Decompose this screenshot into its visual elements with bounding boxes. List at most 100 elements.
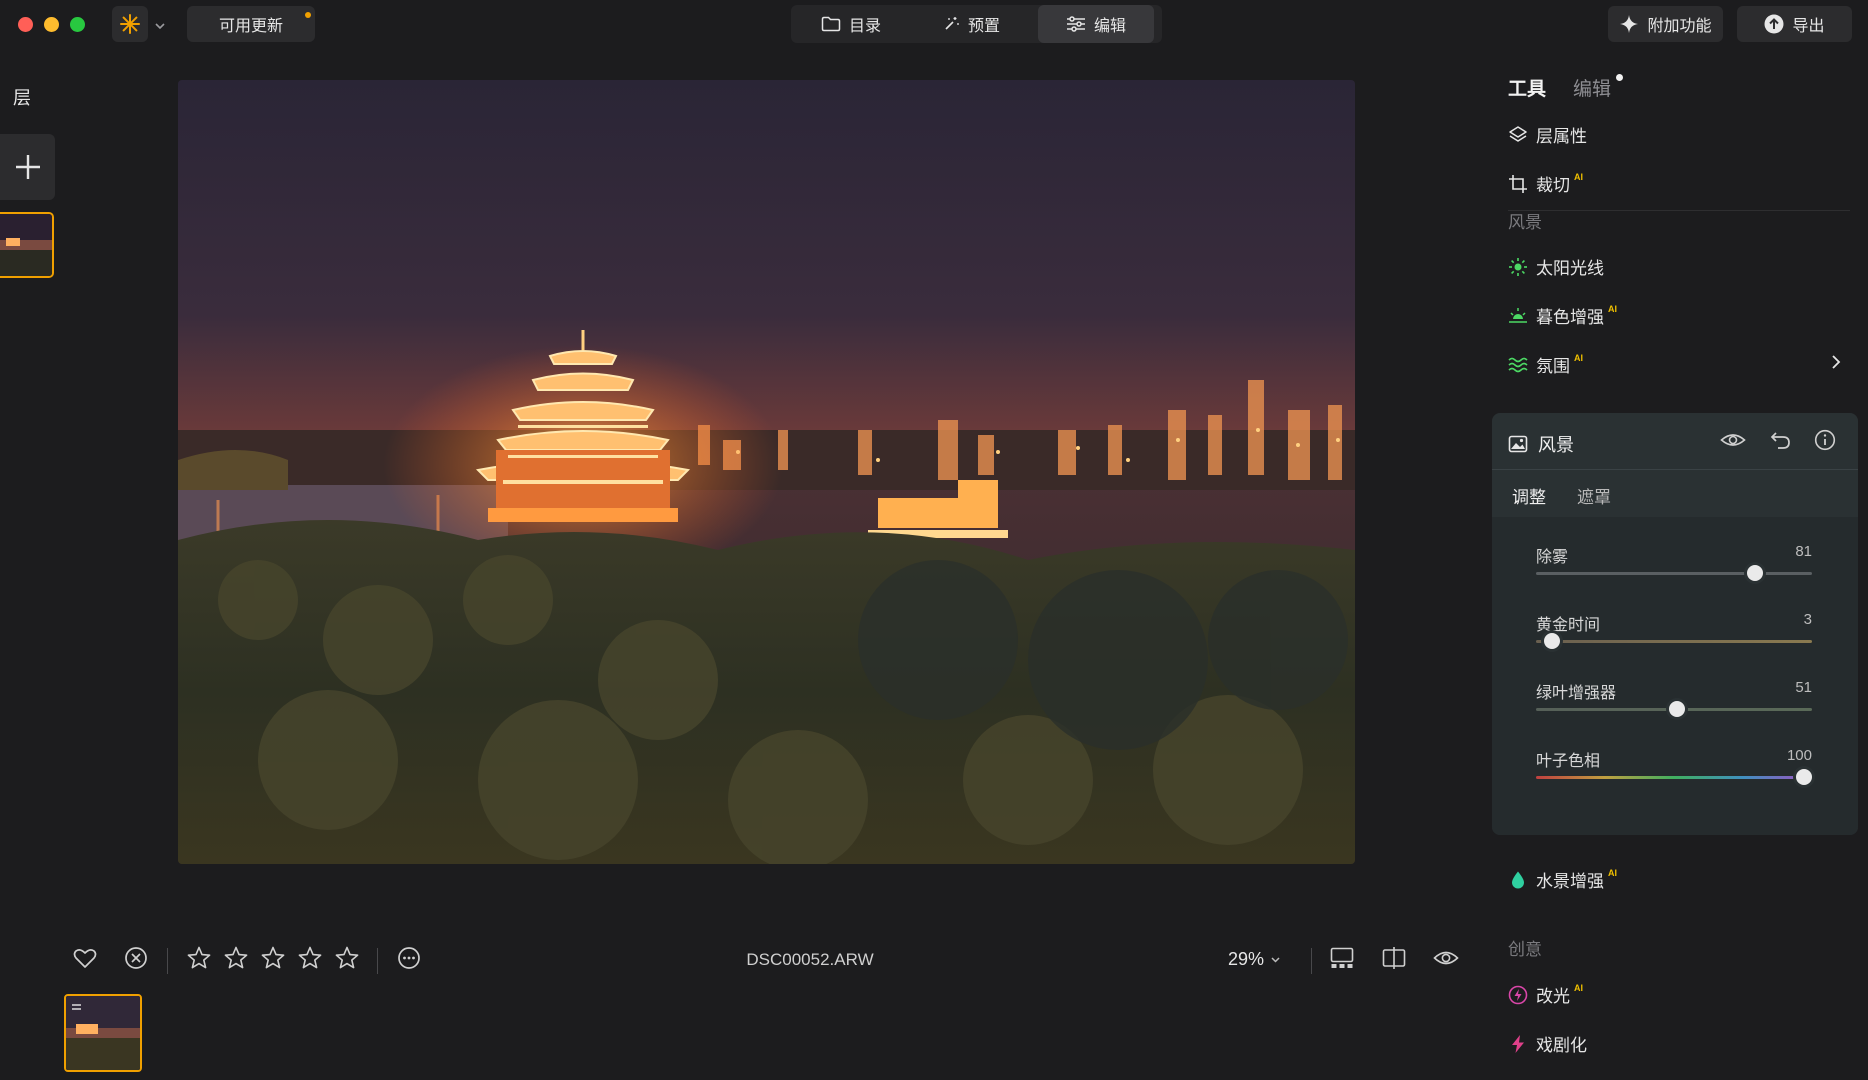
dehaze-slider[interactable] [1536, 565, 1812, 581]
water-drop-icon [1508, 870, 1528, 890]
divider [1508, 210, 1850, 211]
card-header: 风景 [1508, 431, 1574, 457]
plus-icon [14, 153, 42, 181]
filmstrip-thumbnail[interactable] [64, 994, 142, 1072]
waves-icon [1508, 355, 1528, 375]
wand-icon [942, 15, 960, 33]
tool-dramatic[interactable]: 戏剧化 [1508, 1031, 1587, 1056]
layer-thumbnail[interactable] [0, 212, 54, 278]
crop-label: 裁切 [1536, 176, 1570, 195]
layers-title: 层 [13, 88, 31, 108]
foliage-slider-thumb[interactable] [1668, 701, 1685, 717]
filename: DSC00052.ARW [746, 950, 874, 969]
relight-label: 改光 [1536, 987, 1570, 1006]
ai-badge: AI [1574, 982, 1583, 993]
sunlight-label: 太阳光线 [1536, 259, 1604, 278]
tool-water-enhancer[interactable]: 水景增强 AI [1508, 867, 1617, 892]
star-icon-5[interactable] [334, 945, 360, 971]
leaf-hue-slider[interactable] [1536, 769, 1812, 785]
chevron-right-icon[interactable] [1830, 354, 1842, 375]
relight-icon [1508, 985, 1528, 1005]
tool-golden-hour[interactable]: 暮色增强 AI [1508, 303, 1617, 328]
sun-icon [1508, 257, 1528, 277]
heart-icon [72, 945, 98, 971]
minimize-window-button[interactable] [44, 17, 59, 32]
reset-button[interactable] [1770, 429, 1792, 456]
tool-atmosphere[interactable]: 氛围 AI [1508, 352, 1583, 377]
visibility-toggle-button[interactable] [1720, 429, 1746, 456]
golden-time-value: 3 [1803, 611, 1812, 628]
sparkle-logo-icon [119, 13, 141, 35]
update-available-button[interactable]: 可用更新 [187, 6, 315, 42]
ai-badge: AI [1608, 867, 1617, 878]
section-creative: 创意 [1508, 940, 1542, 959]
undo-icon [1770, 429, 1792, 451]
leaf-hue-value: 100 [1786, 747, 1812, 764]
sunset-icon [1508, 306, 1528, 326]
tab-edits[interactable]: 编辑 [1573, 74, 1611, 101]
favorite-heart-button[interactable] [72, 945, 102, 975]
edits-dot-icon [1616, 74, 1623, 81]
update-label: 可用更新 [218, 18, 283, 35]
leaf-hue-slider-thumb[interactable] [1796, 769, 1812, 785]
foliage-label: 绿叶增强器 [1536, 685, 1617, 702]
info-icon [1814, 429, 1836, 451]
chevron-down-icon[interactable] [154, 18, 166, 36]
divider [1492, 469, 1858, 470]
info-button[interactable] [1814, 429, 1836, 456]
more-dots-icon [396, 945, 422, 971]
tool-layer-properties[interactable]: 层属性 [1508, 122, 1587, 147]
tab-edit[interactable]: 编辑 [1038, 5, 1154, 43]
golden-time-slider-thumb[interactable] [1543, 633, 1560, 649]
top-bar: 可用更新 目录 预置 编辑 附加功能 导出 [0, 0, 1868, 50]
app-logo-button[interactable] [112, 6, 148, 42]
filmstrip-toggle-button[interactable] [1329, 945, 1359, 975]
crop-icon [1508, 174, 1528, 194]
dehaze-slider-thumb[interactable] [1746, 565, 1763, 581]
tab-adjust[interactable]: 调整 [1512, 483, 1546, 508]
star-icon-3[interactable] [260, 945, 286, 971]
lightning-icon [1508, 1034, 1528, 1054]
star-icon-4[interactable] [297, 945, 323, 971]
tab-presets[interactable]: 预置 [911, 5, 1031, 43]
preview-toggle-button[interactable] [1433, 945, 1463, 975]
export-button[interactable]: 导出 [1737, 6, 1852, 42]
ai-badge: AI [1574, 171, 1583, 182]
sliders-icon [1066, 16, 1086, 32]
main-photo[interactable] [178, 80, 1355, 864]
foliage-value: 51 [1795, 679, 1812, 696]
card-title: 风景 [1538, 435, 1574, 455]
split-view-icon [1381, 945, 1407, 971]
tab-mask[interactable]: 遮罩 [1577, 483, 1611, 508]
tab-catalog[interactable]: 目录 [791, 5, 911, 43]
maximize-window-button[interactable] [70, 17, 85, 32]
golden-time-slider[interactable] [1536, 633, 1812, 649]
star-rating [186, 945, 360, 971]
star-icon-2[interactable] [223, 945, 249, 971]
divider [377, 948, 378, 974]
folder-icon [821, 16, 841, 32]
compare-button[interactable] [1381, 945, 1411, 975]
tab-tools[interactable]: 工具 [1508, 74, 1546, 101]
tab-presets-label: 预置 [967, 18, 1000, 35]
dehaze-value: 81 [1795, 543, 1812, 560]
tool-crop[interactable]: 裁切 AI [1508, 171, 1583, 196]
more-options-button[interactable] [396, 945, 426, 975]
water-label: 水景增强 [1536, 872, 1604, 891]
golden-label: 暮色增强 [1536, 308, 1604, 327]
eye-icon [1433, 945, 1459, 971]
zoom-select[interactable]: 29% [1228, 949, 1281, 970]
add-layer-button[interactable] [0, 134, 55, 200]
sliders-area: 除雾 81 黄金时间 3 绿叶增强器 51 叶子色相 100 [1492, 517, 1858, 835]
star-icon-1[interactable] [186, 945, 212, 971]
tool-sunlight[interactable]: 太阳光线 [1508, 254, 1604, 279]
reject-button[interactable] [123, 945, 153, 975]
filmstrip-icon [1329, 945, 1355, 971]
close-window-button[interactable] [18, 17, 33, 32]
dramatic-label: 戏剧化 [1536, 1036, 1587, 1055]
addons-button[interactable]: 附加功能 [1608, 6, 1723, 42]
tool-relight[interactable]: 改光 AI [1508, 982, 1583, 1007]
foliage-slider[interactable] [1536, 701, 1812, 717]
tab-catalog-label: 目录 [848, 18, 881, 35]
zoom-value: 29% [1228, 949, 1265, 969]
